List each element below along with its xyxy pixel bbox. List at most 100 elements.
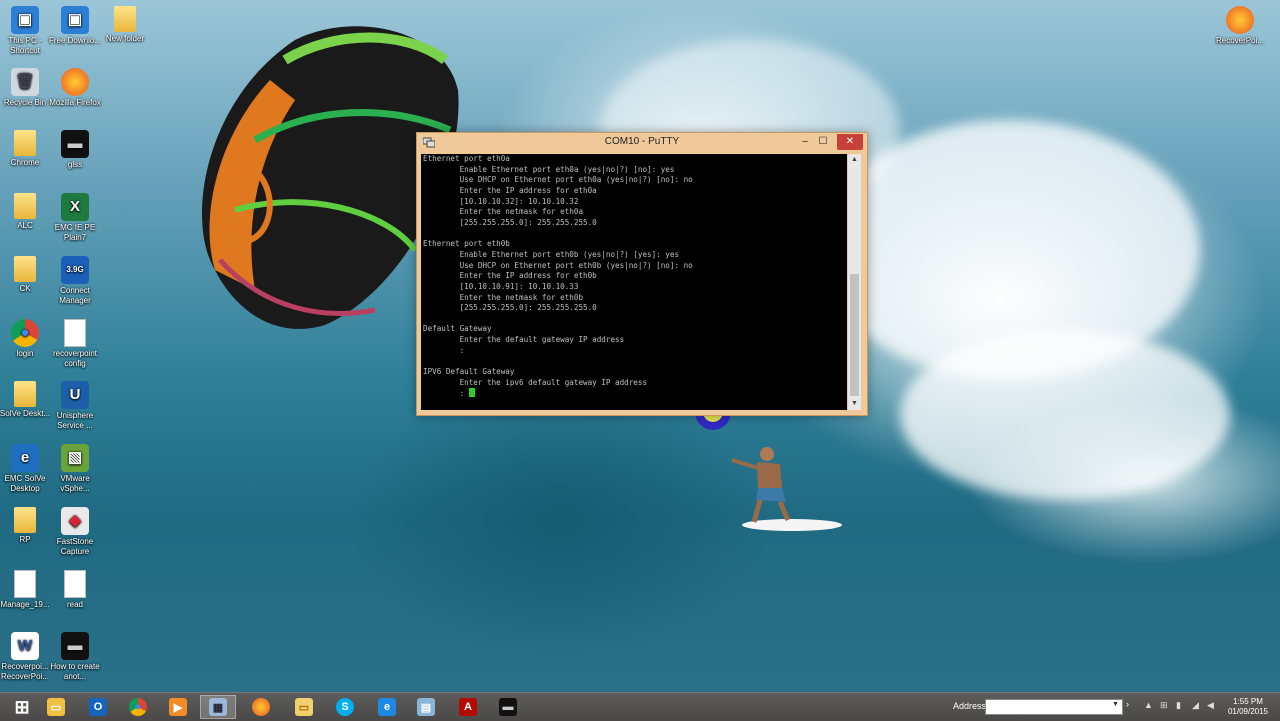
- word-icon: W: [11, 632, 39, 660]
- terminal-line: Enter the IP address for eth0b: [423, 271, 597, 281]
- desktop-icon-faststone[interactable]: ◆ FastStone Capture: [46, 507, 104, 556]
- terminal-output[interactable]: Ethernet port eth0a Enable Ethernet port…: [421, 154, 847, 410]
- desktop-icon-label: recoverpoint config: [52, 349, 98, 368]
- taskbar-button-start[interactable]: ⊞: [4, 695, 40, 719]
- explorer-icon: ▭: [47, 698, 65, 716]
- putty-titlebar[interactable]: COM10 - PuTTY – ☐ ✕: [417, 133, 867, 153]
- desktop-icon-vmware[interactable]: ▧ VMware vSphe...: [46, 444, 104, 493]
- terminal-scrollbar[interactable]: ▲ ▼: [848, 154, 861, 410]
- firefox-icon: [252, 698, 270, 716]
- terminal-line: Enable Ethernet port eth0b (yes|no|?) [y…: [423, 249, 680, 259]
- minimize-button[interactable]: –: [798, 134, 812, 150]
- desktop-icon-emc-ie[interactable]: X EMC IE PE Plain7: [46, 193, 104, 242]
- faststone-icon: ◆: [61, 507, 89, 535]
- unisphere-icon: U: [61, 381, 89, 409]
- skype-icon: S: [336, 698, 354, 716]
- folder-icon: [114, 6, 136, 32]
- scroll-down-arrow-icon[interactable]: ▼: [848, 398, 861, 410]
- taskbar-button-ie[interactable]: e: [369, 695, 405, 719]
- terminal-line: Enter the netmask for eth0b: [423, 292, 584, 302]
- terminal-line: Enter the ipv6 default gateway IP addres…: [423, 377, 648, 387]
- tray-volume-icon[interactable]: ◀: [1207, 700, 1214, 711]
- firefox-icon: [61, 68, 89, 96]
- wave-foam: [900, 330, 1230, 500]
- desktop-icon-new-folder[interactable]: New folder: [96, 6, 154, 44]
- desktop-icon-label: New folder: [105, 34, 145, 43]
- desktop-icon-label: Connect Manager: [59, 286, 91, 305]
- folder-icon: [14, 130, 36, 156]
- desktop-icon-label: Mozilla Firefox: [49, 98, 101, 107]
- scroll-up-arrow-icon[interactable]: ▲: [848, 154, 861, 166]
- chrome-icon: ●: [129, 698, 147, 716]
- address-go-icon[interactable]: ›: [1126, 699, 1138, 713]
- desktop-icon-unisphere[interactable]: U Unisphere Service ...: [46, 381, 104, 430]
- putty-window[interactable]: COM10 - PuTTY – ☐ ✕ Ethernet port eth0a …: [416, 132, 868, 416]
- folder-icon: [14, 381, 36, 407]
- tray-signal-icon[interactable]: ▮: [1176, 700, 1181, 711]
- terminal-prompt-line: :: [423, 388, 847, 400]
- taskbar-button-skype[interactable]: S: [327, 695, 363, 719]
- terminal-line: :: [423, 345, 465, 355]
- vmware-icon: ▧: [61, 444, 89, 472]
- terminal-cursor: [468, 388, 475, 398]
- taskbar-button-putty[interactable]: ▦: [200, 695, 236, 719]
- desktop-icon-label: FastStone Capture: [56, 537, 94, 556]
- media-icon: ▶: [169, 698, 187, 716]
- desktop-icon-connect-manager[interactable]: 3.9G Connect Manager: [46, 256, 104, 305]
- terminal-line: [10.10.10.32]: 10.10.10.32: [423, 196, 579, 206]
- taskbar-button-files[interactable]: ▤: [408, 695, 444, 719]
- close-button[interactable]: ✕: [837, 134, 863, 150]
- desktop-icon-firefox[interactable]: Mozilla Firefox: [46, 68, 104, 108]
- taskbar-button-acrobat[interactable]: A: [450, 695, 486, 719]
- taskbar-button-media[interactable]: ▶: [160, 695, 196, 719]
- emc-icon: e: [11, 444, 39, 472]
- folder-icon: [14, 256, 36, 282]
- terminal-lines: Ethernet port eth0a Enable Ethernet port…: [423, 154, 847, 388]
- terminal-line: Ethernet port eth0b: [423, 239, 510, 249]
- terminal-line: Use DHCP on Ethernet port eth0a (yes|no|…: [423, 175, 693, 185]
- surfer-image: [731, 447, 842, 531]
- desktop-icon-label: RecoverPoi...: [1215, 36, 1265, 45]
- terminal-line: Enter the default gateway IP address: [423, 335, 625, 345]
- 3g-icon: 3.9G: [61, 256, 89, 284]
- tray-expand-icon[interactable]: ▲: [1144, 700, 1153, 710]
- doc-icon: [14, 570, 36, 598]
- terminal-line: [255.255.255.0]: 255.255.255.0: [423, 217, 597, 227]
- desktop-icon-label: Unisphere Service ...: [56, 411, 94, 430]
- scroll-thumb[interactable]: [850, 274, 859, 396]
- taskbar-button-cmd[interactable]: ▬: [490, 695, 526, 719]
- taskbar-button-firefox[interactable]: [243, 695, 279, 719]
- firefox-icon: [1226, 6, 1254, 34]
- taskbar-clock[interactable]: 1:55 PM 01/09/2015: [1222, 697, 1274, 717]
- terminal-line: Enter the IP address for eth0a: [423, 185, 597, 195]
- desktop-icon-read[interactable]: read: [46, 570, 104, 610]
- terminal-line: [10.10.10.91]: 10.10.10.33: [423, 281, 579, 291]
- tray-network-icon[interactable]: ⊞: [1160, 700, 1168, 711]
- terminal-line: Use DHCP on Ethernet port eth0b (yes|no|…: [423, 260, 693, 270]
- desktop-icon-label: VMware vSphe...: [60, 474, 90, 493]
- files-icon: ▤: [417, 698, 435, 716]
- tray-wifi-icon[interactable]: ◢: [1192, 700, 1199, 711]
- desktop-icon-label: EMC IE PE Plain7: [54, 223, 96, 242]
- excel-icon: X: [61, 193, 89, 221]
- desktop-icon-how-to[interactable]: ▬ How to create anot...: [46, 632, 104, 681]
- taskbar-button-folder[interactable]: ▭: [286, 695, 322, 719]
- address-label: Address: [953, 701, 987, 711]
- pc-icon: ▣: [61, 6, 89, 34]
- taskbar-button-chrome[interactable]: ●: [120, 695, 156, 719]
- taskbar-button-outlook[interactable]: O: [80, 695, 116, 719]
- address-input[interactable]: [985, 699, 1123, 715]
- desktop-icon-recoverpoint-ff[interactable]: RecoverPoi...: [1211, 6, 1269, 46]
- desktop-icon-glss[interactable]: ▬ glss: [46, 130, 104, 170]
- folder-icon: [14, 507, 36, 533]
- taskbar-button-explorer[interactable]: ▭: [38, 695, 74, 719]
- chrome-icon: ●: [11, 319, 39, 347]
- outlook-icon: O: [89, 698, 107, 716]
- ie-icon: e: [378, 698, 396, 716]
- terminal-prompt: :: [423, 389, 469, 399]
- terminal-line: IPV6 Default Gateway: [423, 367, 515, 377]
- address-dropdown-icon[interactable]: ▼: [1112, 701, 1119, 708]
- maximize-button[interactable]: ☐: [816, 134, 830, 150]
- desktop-icon-recoverpoint-config[interactable]: recoverpoint config: [46, 319, 104, 368]
- terminal-icon: ▬: [61, 632, 89, 660]
